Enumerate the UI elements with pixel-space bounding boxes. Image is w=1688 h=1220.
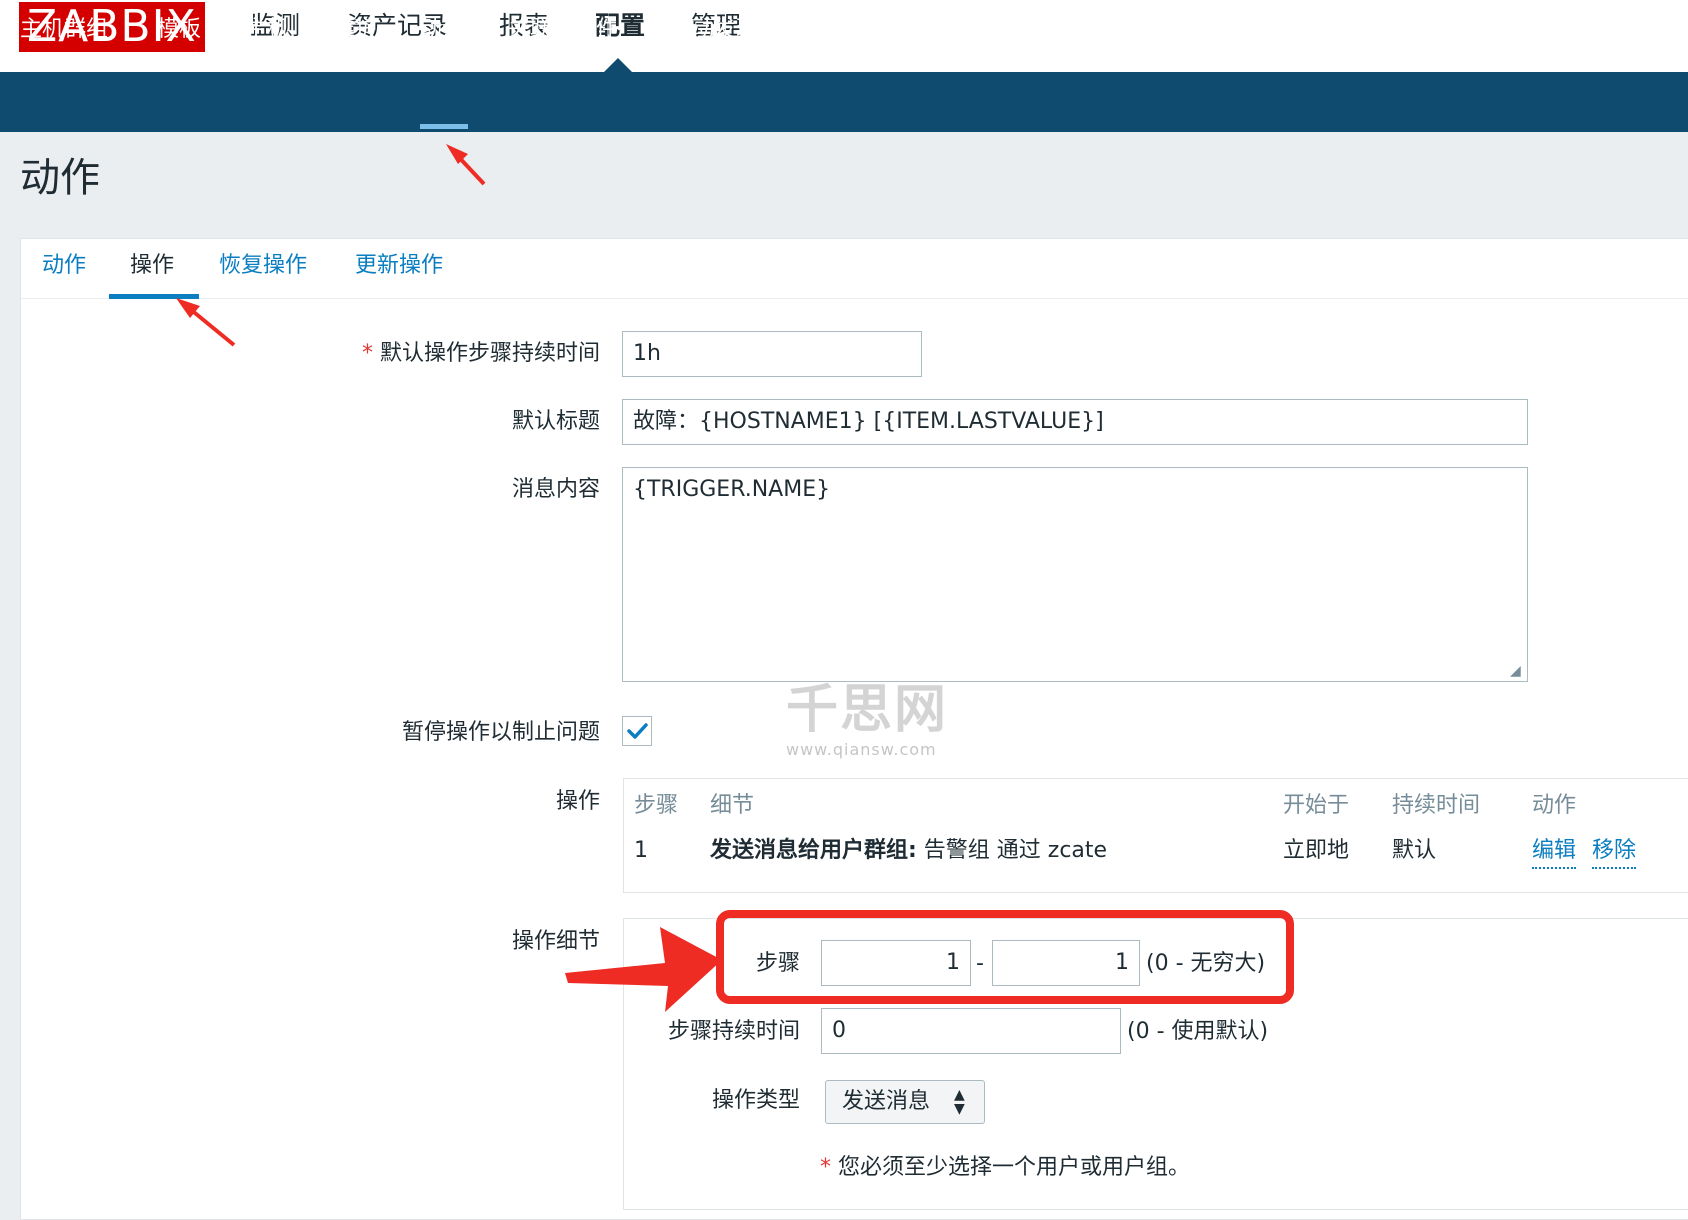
arrow-icon-subnav xyxy=(446,144,486,186)
annotation-arrows xyxy=(176,144,722,1012)
arrow-icon-steps xyxy=(565,927,722,1012)
arrow-icon-tab xyxy=(176,298,236,347)
